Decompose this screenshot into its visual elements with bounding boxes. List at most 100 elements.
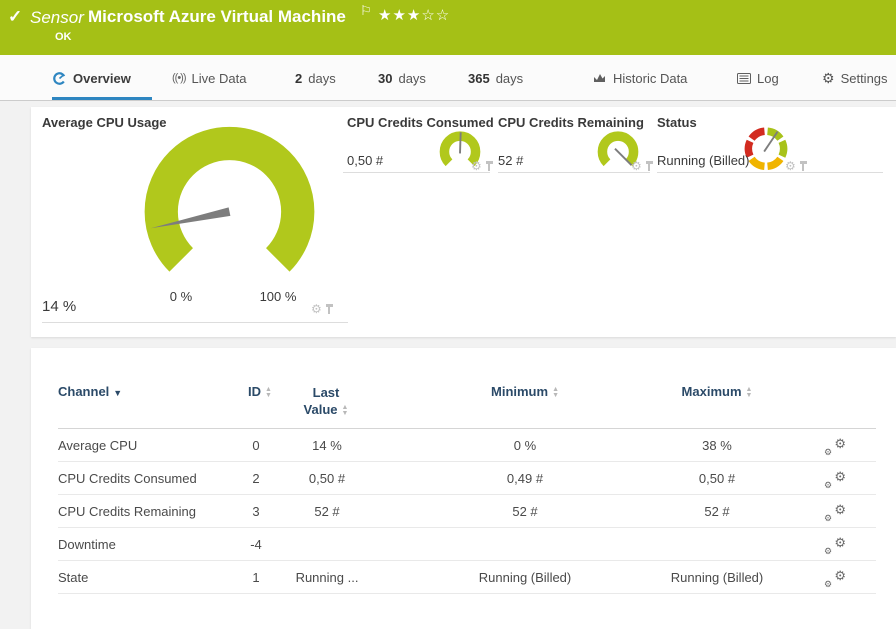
cell-channel[interactable]: CPU Credits Consumed	[58, 462, 228, 495]
cell-channel[interactable]: Downtime	[58, 528, 228, 561]
tile-icon-group: ⚙	[471, 160, 494, 172]
settings-gear-icon: ⚙	[822, 70, 835, 87]
column-header-minimum-label: Minimum	[491, 384, 548, 399]
active-tab-underline	[52, 97, 152, 100]
table-row: Downtime -4 ⚙⚙	[58, 528, 876, 561]
tab-30-days-unit: days	[398, 71, 425, 86]
cell-minimum	[440, 528, 610, 561]
status-ok-check-icon: ✓	[8, 7, 22, 27]
sensor-status-text: OK	[55, 31, 72, 43]
gauge-pin-icon[interactable]	[799, 161, 808, 172]
cell-channel[interactable]: CPU Credits Remaining	[58, 495, 228, 528]
tile-divider	[498, 172, 650, 173]
gauge-gear-icon[interactable]: ⚙	[311, 303, 322, 315]
column-header-maximum[interactable]: Maximum▲▼	[632, 384, 802, 399]
gauge-status-value: Running (Billed)	[657, 153, 750, 168]
tab-30-days[interactable]: 30 days	[378, 55, 426, 101]
channel-settings-icon[interactable]: ⚙⚙	[824, 505, 846, 523]
tab-settings[interactable]: ⚙ Settings	[822, 55, 888, 101]
column-header-last-label: Last	[313, 385, 340, 400]
tile-divider	[42, 322, 348, 323]
channel-settings-icon[interactable]: ⚙⚙	[824, 439, 846, 457]
sensor-kind-label: Sensor	[30, 8, 84, 28]
cell-minimum: 0 %	[440, 429, 610, 462]
gauge-gear-icon[interactable]: ⚙	[631, 160, 642, 172]
cell-maximum	[632, 528, 802, 561]
tab-2-days-number: 2	[295, 71, 302, 86]
table-row: CPU Credits Consumed 2 0,50 # 0,49 # 0,5…	[58, 462, 876, 495]
tab-log[interactable]: Log	[737, 55, 779, 101]
cell-maximum: Running (Billed)	[632, 561, 802, 594]
live-data-icon: ((•))	[172, 72, 186, 84]
tab-overview-label: Overview	[73, 71, 131, 86]
tile-divider	[343, 172, 490, 173]
table-row: CPU Credits Remaining 3 52 # 52 # 52 # ⚙…	[58, 495, 876, 528]
cell-last-value: 14 %	[262, 429, 392, 462]
tab-historic-data-label: Historic Data	[613, 71, 687, 86]
gauge-needle	[460, 132, 461, 153]
gauge-icon	[52, 71, 67, 86]
table-row: Average CPU 0 14 % 0 % 38 % ⚙⚙	[58, 429, 876, 462]
cell-channel[interactable]: State	[58, 561, 228, 594]
cell-maximum: 52 #	[632, 495, 802, 528]
tab-30-days-number: 30	[378, 71, 392, 86]
tile-icon-group: ⚙	[311, 303, 334, 315]
gauge-gear-icon[interactable]: ⚙	[785, 160, 796, 172]
gauge-status-title: Status	[657, 115, 697, 130]
cell-last-value: Running ...	[262, 561, 392, 594]
sort-icon: ▲▼	[265, 387, 272, 399]
cell-last-value: 0,50 #	[262, 462, 392, 495]
tile-divider	[657, 172, 883, 173]
tab-settings-label: Settings	[841, 71, 888, 86]
priority-stars-rating[interactable]: ★★★☆☆	[378, 6, 450, 24]
sort-desc-icon: ▼	[113, 388, 122, 398]
tab-2-days-unit: days	[308, 71, 335, 86]
table-row: State 1 Running ... Running (Billed) Run…	[58, 561, 876, 594]
gauge-scale-max-label: 100 %	[253, 289, 303, 304]
channel-settings-icon[interactable]: ⚙⚙	[824, 472, 846, 490]
gauges-card: Average CPU Usage 0 % 100 % 14 % ⚙ CPU C…	[31, 107, 896, 337]
tab-historic-data[interactable]: Historic Data	[592, 55, 687, 101]
cell-maximum: 0,50 #	[632, 462, 802, 495]
cell-minimum: 52 #	[440, 495, 610, 528]
tile-icon-group: ⚙	[631, 160, 654, 172]
cell-channel[interactable]: Average CPU	[58, 429, 228, 462]
gauge-gear-icon[interactable]: ⚙	[471, 160, 482, 172]
cell-minimum: Running (Billed)	[440, 561, 610, 594]
tab-live-data[interactable]: ((•)) Live Data	[172, 55, 246, 101]
cell-last-value: 52 #	[262, 495, 392, 528]
sort-icon: ▲▼	[552, 387, 559, 399]
channel-settings-icon[interactable]: ⚙⚙	[824, 538, 846, 556]
column-header-channel-label: Channel	[58, 384, 109, 399]
column-header-id-label: ID	[248, 384, 261, 399]
column-header-maximum-label: Maximum	[682, 384, 742, 399]
tab-log-label: Log	[757, 71, 779, 86]
priority-flag-icon[interactable]: ⚐	[360, 3, 372, 19]
tab-overview[interactable]: Overview	[52, 55, 131, 101]
gauge-average-cpu-value: 14 %	[42, 298, 76, 315]
channel-settings-icon[interactable]: ⚙⚙	[824, 571, 846, 589]
sensor-overview-page: ✓ Sensor Microsoft Azure Virtual Machine…	[0, 0, 896, 629]
channel-table-card: Channel ▼ ID ▲▼ Last Value▲▼ Minimum ▲▼ Max…	[31, 348, 896, 629]
area-chart-icon	[592, 72, 607, 84]
log-list-icon	[737, 73, 751, 84]
tab-2-days[interactable]: 2 days	[295, 55, 336, 101]
tab-365-days[interactable]: 365 days	[468, 55, 523, 101]
gauge-pin-icon[interactable]	[325, 304, 334, 315]
tab-365-days-unit: days	[496, 71, 523, 86]
sensor-title: Microsoft Azure Virtual Machine	[88, 7, 346, 27]
column-header-value-label: Value	[304, 402, 338, 417]
gauge-pin-icon[interactable]	[645, 161, 654, 172]
gauge-credits-remaining-value: 52 #	[498, 153, 523, 168]
tab-365-days-number: 365	[468, 71, 490, 86]
cell-last-value	[262, 528, 392, 561]
tile-icon-group: ⚙	[785, 160, 808, 172]
tab-live-data-label: Live Data	[192, 71, 247, 86]
cell-maximum: 38 %	[632, 429, 802, 462]
column-header-minimum[interactable]: Minimum ▲▼	[440, 384, 610, 399]
column-header-channel[interactable]: Channel ▼	[58, 384, 122, 399]
column-header-last-value[interactable]: Last Value▲▼	[276, 384, 376, 418]
gauge-pin-icon[interactable]	[485, 161, 494, 172]
gauge-scale-min-label: 0 %	[161, 289, 201, 304]
gauge-credits-consumed-value: 0,50 #	[347, 153, 383, 168]
